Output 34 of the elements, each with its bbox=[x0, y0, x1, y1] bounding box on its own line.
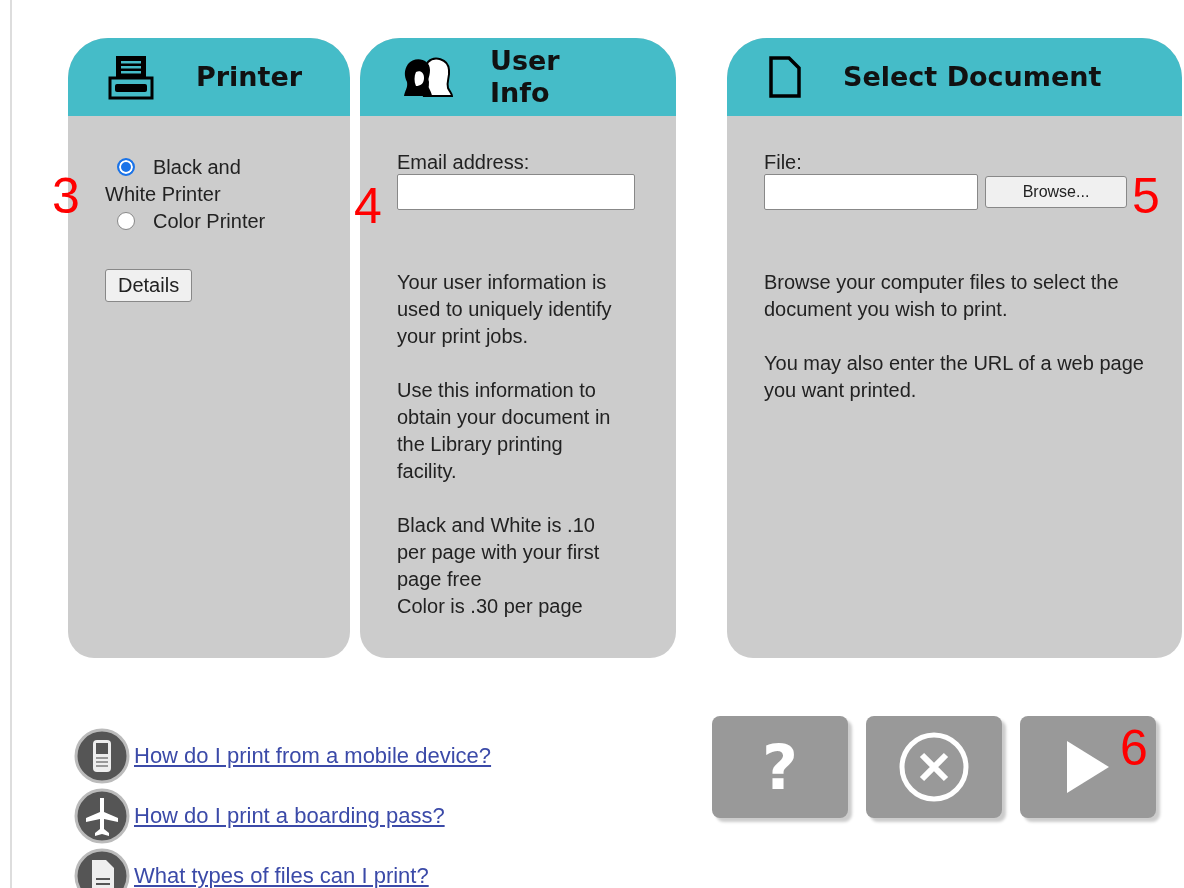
radio-button[interactable] bbox=[117, 158, 135, 176]
play-icon bbox=[1065, 739, 1111, 795]
file-icon bbox=[74, 848, 130, 888]
field-label: Email address: bbox=[397, 150, 531, 174]
step-number: 5 bbox=[1132, 168, 1160, 224]
help-text: You may also enter the URL of a web page you want printed. bbox=[764, 351, 1145, 403]
help-text: Your user information is used to uniquely identify your print jobs. bbox=[397, 270, 613, 349]
help-link[interactable]: What types of files can I print? bbox=[134, 863, 429, 888]
help-text: Black and White is .10 per page with your first page free Color is .30 per page bbox=[397, 513, 601, 619]
phone-icon bbox=[74, 728, 130, 784]
printer-icon bbox=[108, 54, 154, 100]
field-label: File: bbox=[764, 150, 803, 174]
help-link[interactable]: How do I print from a mobile device? bbox=[134, 743, 492, 769]
close-icon bbox=[898, 731, 970, 803]
step-number: 3 bbox=[52, 168, 80, 224]
details-button[interactable]: Details bbox=[105, 269, 193, 302]
input-field[interactable] bbox=[397, 174, 635, 210]
input-field[interactable] bbox=[764, 174, 978, 210]
browse-button[interactable]: Browse... bbox=[985, 176, 1127, 208]
help-text: Use this information to obtain your document in the Library printing facility. bbox=[397, 378, 612, 484]
radio-option[interactable]: Black and White Printer bbox=[105, 154, 277, 208]
next-button[interactable] bbox=[1020, 716, 1156, 818]
cancel-button[interactable] bbox=[866, 716, 1002, 818]
airplane-icon bbox=[74, 788, 130, 844]
panel-title: Select Document bbox=[843, 61, 1102, 93]
document-icon bbox=[769, 56, 801, 98]
step-number: 6 bbox=[1120, 720, 1148, 776]
panel-title: Printer bbox=[196, 61, 303, 93]
radio-option[interactable]: Color Printer bbox=[105, 208, 277, 235]
panel-title: User Info bbox=[490, 45, 561, 109]
radio-button[interactable] bbox=[117, 212, 135, 230]
help-text: Browse your computer files to select the document you wish to print. bbox=[764, 270, 1120, 322]
step-number: 4 bbox=[354, 178, 382, 234]
help-link[interactable]: How do I print a boarding pass? bbox=[134, 803, 445, 829]
